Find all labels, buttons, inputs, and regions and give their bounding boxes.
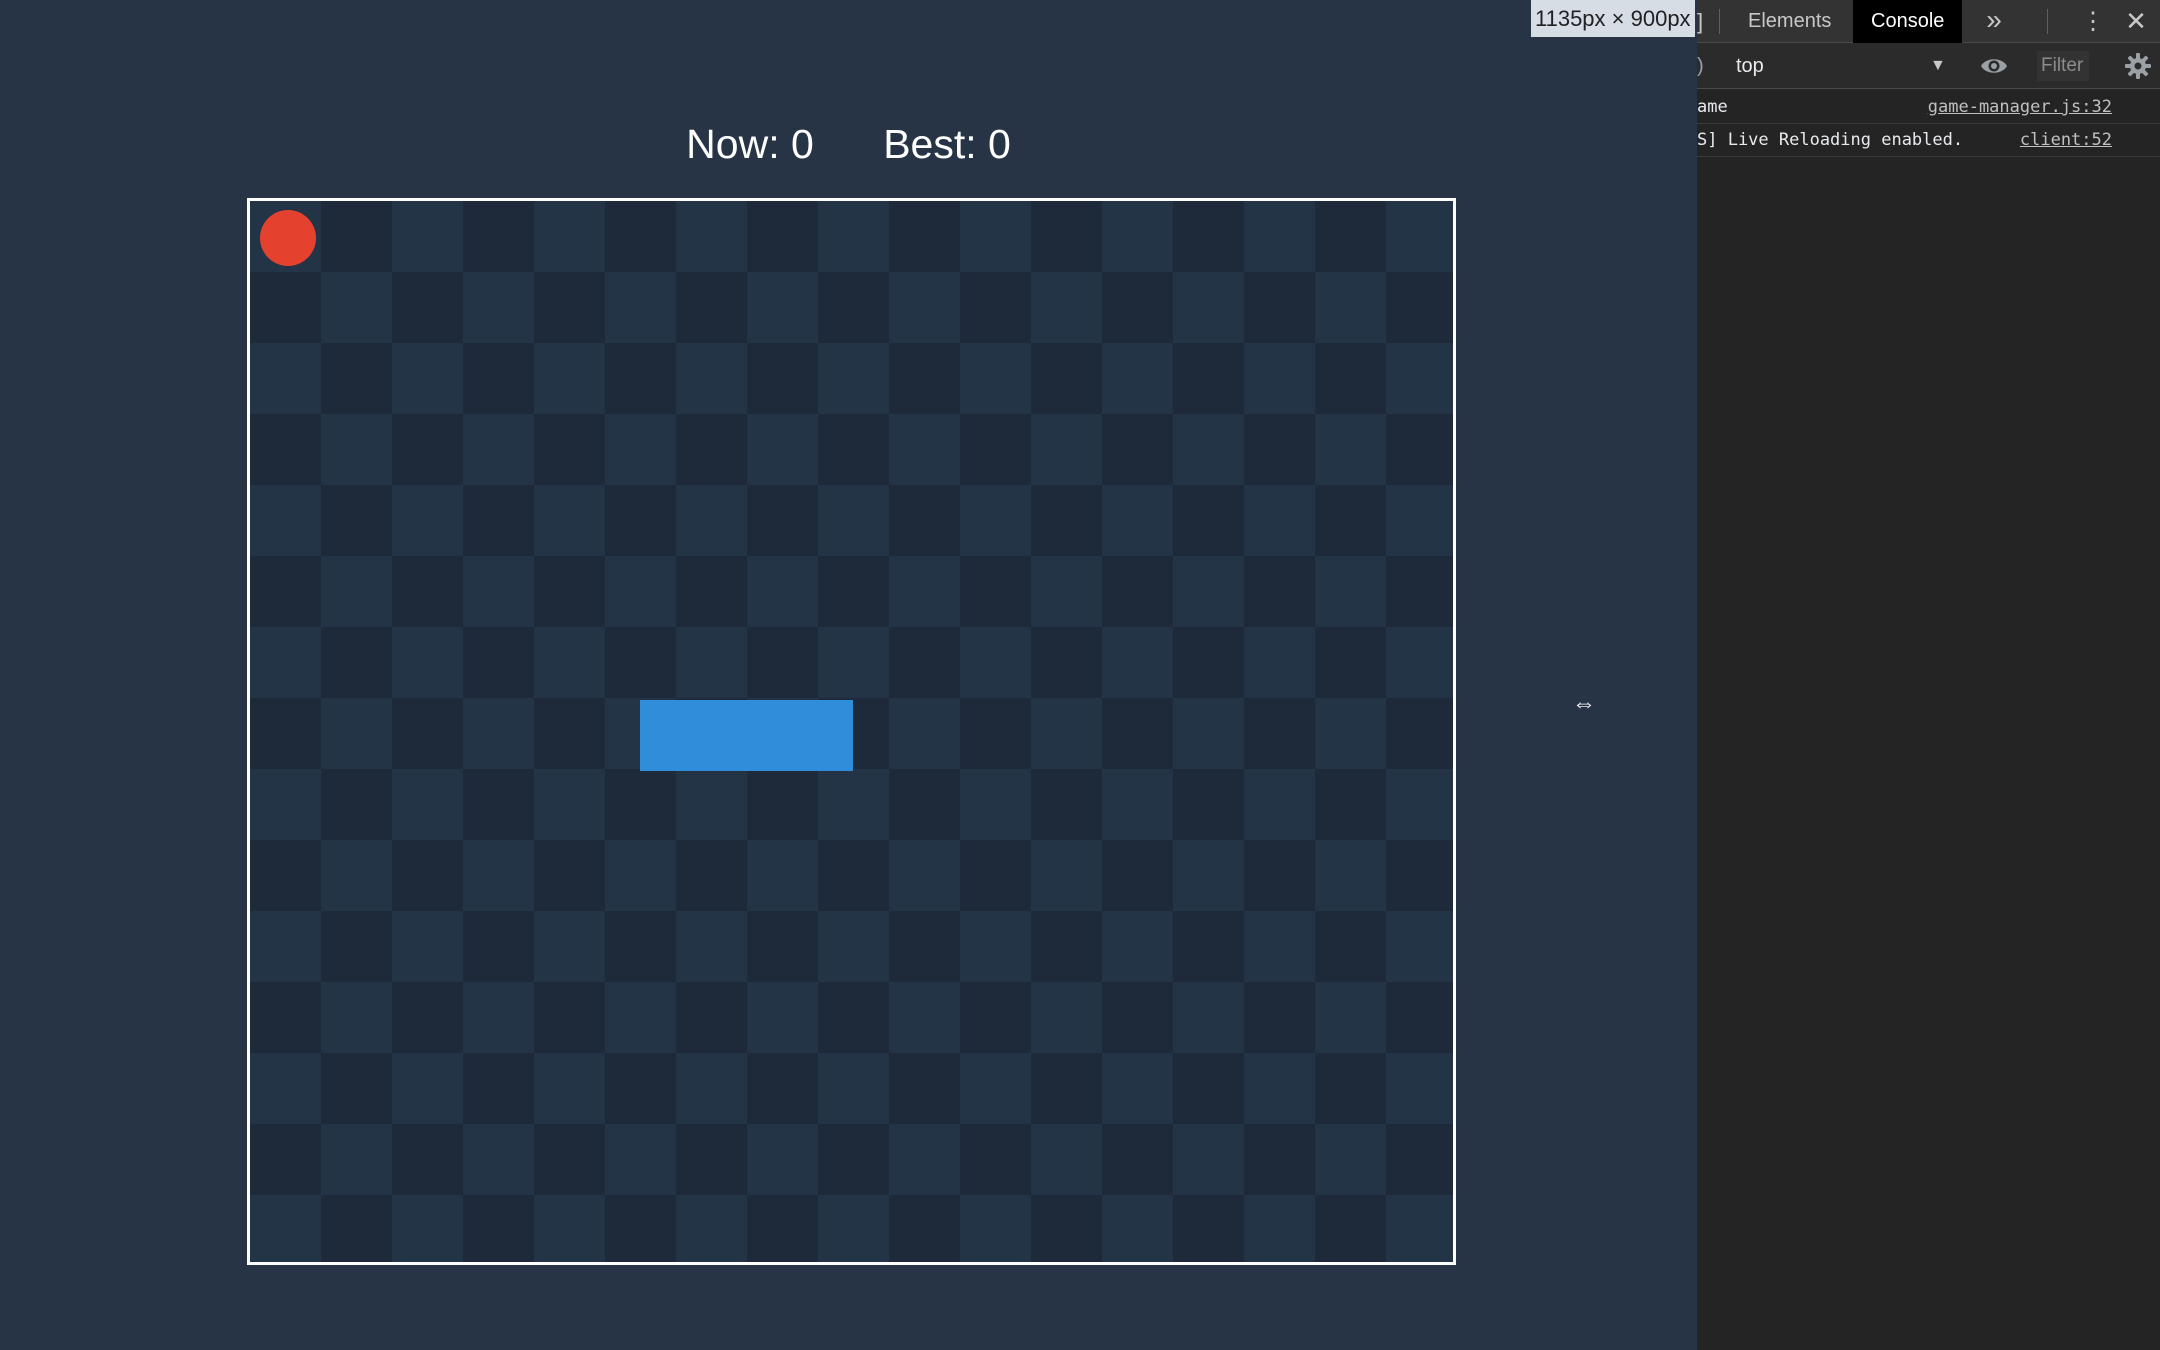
more-tabs-chevron-icon[interactable]: »	[1979, 0, 2009, 43]
dropdown-arrow-icon[interactable]: ▼	[1930, 50, 1946, 82]
devtools-tab-bar: ] Elements Console » ⋮ ✕	[1697, 0, 2160, 43]
eye-icon[interactable]	[1979, 53, 2009, 79]
tab-elements[interactable]: Elements	[1730, 0, 1849, 43]
filter-input[interactable]	[2037, 51, 2089, 81]
tab-divider	[2047, 9, 2048, 34]
resize-cursor-icon: ⇔	[1572, 690, 1596, 717]
log-message: S] Live Reloading enabled.	[1697, 130, 1964, 150]
game-board[interactable]	[247, 198, 1456, 1265]
devtools-panel: ] Elements Console » ⋮ ✕ ) top ▼ Filter …	[1697, 0, 2160, 1350]
log-source-link[interactable]: game-manager.js:32	[1928, 91, 2112, 124]
log-message: ame	[1697, 97, 1728, 117]
tab-console[interactable]: Console	[1853, 0, 1963, 43]
log-row: ame game-manager.js:32	[1697, 91, 2160, 124]
tab-divider	[1719, 9, 1720, 34]
snake-body	[640, 700, 853, 771]
viewport-size-badge: 1135px × 900px	[1531, 0, 1695, 37]
close-icon[interactable]: ✕	[2121, 0, 2151, 43]
app-viewport: Now: 0 Best: 0 1135px × 900px ⇔	[0, 0, 1697, 1350]
current-score: Now: 0	[686, 121, 814, 167]
scoreboard: Now: 0 Best: 0	[0, 118, 1697, 170]
context-selector[interactable]: top	[1736, 50, 1956, 82]
log-row: S] Live Reloading enabled. client:52	[1697, 124, 2160, 157]
truncated-tab-glyph: ]	[1697, 9, 1704, 34]
best-score: Best: 0	[883, 121, 1011, 167]
kebab-menu-icon[interactable]: ⋮	[2081, 0, 2105, 43]
console-toolbar: ) top ▼	[1697, 43, 2160, 89]
food-apple	[260, 210, 316, 266]
gear-icon[interactable]	[2124, 52, 2152, 80]
console-log: ame game-manager.js:32 S] Live Reloading…	[1697, 91, 2160, 157]
log-source-link[interactable]: client:52	[2020, 124, 2112, 157]
clear-console-icon[interactable]: )	[1697, 43, 1704, 89]
